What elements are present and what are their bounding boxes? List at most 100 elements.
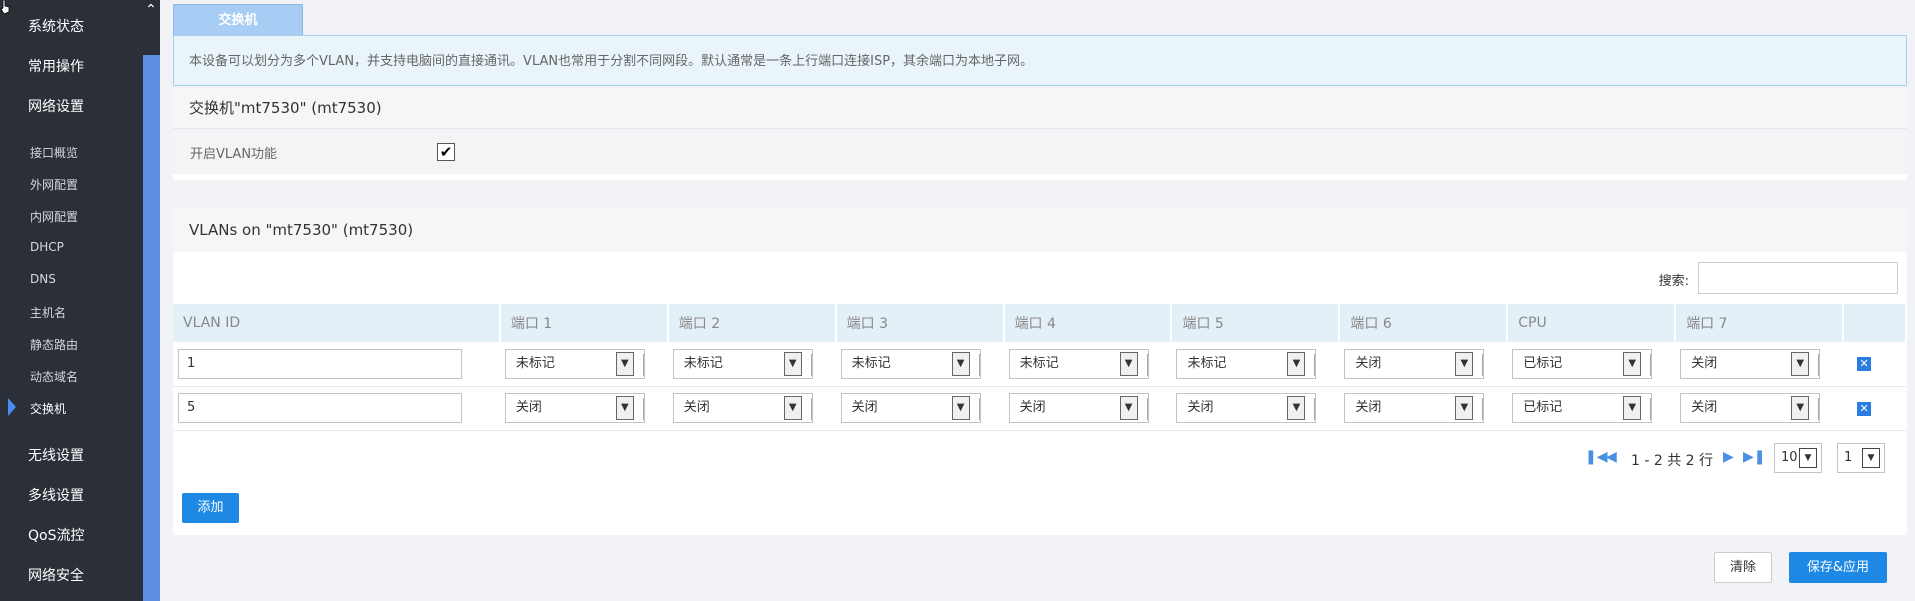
switch-panel: 交换机"mt7530" (mt7530) 开启VLAN功能 ✔ xyxy=(173,88,1907,180)
vlan-id-input[interactable]: 1 xyxy=(178,348,462,379)
select-value: 1 xyxy=(1844,449,1853,465)
port-select[interactable]: 关闭 ▼ xyxy=(1008,393,1149,423)
chevron-down-icon: ▼ xyxy=(1623,351,1642,376)
port-select[interactable]: 关闭 ▼ xyxy=(1680,348,1821,379)
port-select[interactable]: 关闭 ▼ xyxy=(672,393,813,423)
chevron-down-icon: ▼ xyxy=(783,351,802,376)
chevron-down-icon: ▼ xyxy=(783,396,802,420)
chevron-down-icon: ▼ xyxy=(1455,351,1474,376)
prev-page-icon[interactable]: ◀ xyxy=(1606,449,1617,465)
port-select[interactable]: 关闭 ▼ xyxy=(840,393,981,423)
chevron-down-icon: ▼ xyxy=(1287,351,1306,376)
vlan-panel: VLANs on "mt7530" (mt7530) 搜索: VLAN ID 端… xyxy=(173,208,1907,535)
main-content: 交换机 本设备可以划分为多个VLAN，并支持电脑间的直接通讯。VLAN也常用于分… xyxy=(172,0,1907,601)
sidebar-item-wireless[interactable]: 无线设置 xyxy=(28,445,84,465)
reset-button[interactable]: 清除 xyxy=(1714,552,1772,583)
select-value: 已标记 xyxy=(1523,400,1563,415)
search-row: 搜索: xyxy=(173,252,1907,304)
table-header-row: VLAN ID 端口 1 端口 2 端口 3 端口 4 端口 5 端口 6 CP… xyxy=(173,304,1907,342)
chevron-down-icon: ▼ xyxy=(1623,396,1642,420)
sidebar: ⌃ 系统状态 常用操作 网络设置 接口概览 外网配置 内网配置 DHCP DNS… xyxy=(0,0,160,601)
sidebar-item-qos[interactable]: QoS流控 xyxy=(28,525,84,545)
sidebar-item-static-route[interactable]: 静态路由 xyxy=(30,336,78,353)
port-select[interactable]: 关闭 ▼ xyxy=(1344,348,1485,379)
vlan-table: VLAN ID 端口 1 端口 2 端口 3 端口 4 端口 5 端口 6 CP… xyxy=(173,304,1907,431)
delete-row-icon[interactable]: ✕ xyxy=(1857,357,1872,372)
save-apply-button[interactable]: 保存&应用 xyxy=(1789,552,1887,583)
sidebar-item-security[interactable]: 网络安全 xyxy=(28,565,84,585)
last-page-icon[interactable]: ▶❚ xyxy=(1743,449,1766,465)
first-page-icon[interactable]: ❚◀ xyxy=(1585,449,1608,465)
chevron-down-icon: ▼ xyxy=(1799,447,1817,468)
switch-panel-title: 交换机"mt7530" (mt7530) xyxy=(173,88,1907,128)
chevron-down-icon: ▼ xyxy=(951,396,970,420)
port-select[interactable]: 关闭 ▼ xyxy=(1344,393,1485,423)
sidebar-item-dhcp[interactable]: DHCP xyxy=(30,240,64,254)
sidebar-item-switch[interactable]: 交换机 xyxy=(30,400,66,417)
port-select[interactable]: 未标记 ▼ xyxy=(1176,348,1317,379)
select-value: 已标记 xyxy=(1523,355,1563,371)
port-select[interactable]: 已标记 ▼ xyxy=(1512,393,1653,423)
port-select[interactable]: 关闭 ▼ xyxy=(1176,393,1317,423)
sidebar-item-multiwan[interactable]: 多线设置 xyxy=(28,485,84,505)
column-header-actions xyxy=(1843,304,1907,342)
select-value: 未标记 xyxy=(1187,355,1227,371)
column-header: 端口 5 xyxy=(1171,304,1341,342)
sidebar-scrollbar[interactable] xyxy=(143,55,160,601)
port-select[interactable]: 已标记 ▼ xyxy=(1512,348,1653,379)
port-select[interactable]: 未标记 ▼ xyxy=(1008,348,1149,379)
add-row: 添加 xyxy=(173,484,1907,535)
tab-switch[interactable]: 交换机 xyxy=(173,4,303,36)
sidebar-item-hostname[interactable]: 主机名 xyxy=(30,304,66,321)
enable-vlan-checkbox[interactable]: ✔ xyxy=(437,143,455,161)
sidebar-item-network-settings[interactable]: 网络设置 xyxy=(28,96,84,116)
pagination-summary: 1 - 2 共 2 行 xyxy=(1631,452,1714,469)
page-size-select[interactable]: 10 ▼ xyxy=(1774,442,1822,473)
column-header: 端口 4 xyxy=(1003,304,1173,342)
page-select[interactable]: 1 ▼ xyxy=(1837,442,1885,473)
select-value: 关闭 xyxy=(1691,400,1718,415)
select-value: 关闭 xyxy=(1019,400,1046,415)
collapse-chevron-icon[interactable]: ⌃ xyxy=(143,2,159,20)
sidebar-item-lan-config[interactable]: 内网配置 xyxy=(30,208,78,225)
port-select[interactable]: 关闭 ▼ xyxy=(1680,393,1821,423)
column-header: 端口 2 xyxy=(667,304,837,342)
column-header: 端口 3 xyxy=(835,304,1005,342)
select-value: 关闭 xyxy=(1355,400,1382,415)
chevron-down-icon: ▼ xyxy=(1287,396,1306,420)
sidebar-item-dns[interactable]: DNS xyxy=(30,272,56,286)
chevron-down-icon: ▼ xyxy=(1119,396,1138,420)
port-select[interactable]: 未标记 ▼ xyxy=(504,348,645,379)
select-value: 关闭 xyxy=(1355,355,1382,371)
sidebar-item-ddns[interactable]: 动态域名 xyxy=(30,368,78,385)
select-value: 未标记 xyxy=(683,355,723,371)
select-value: 未标记 xyxy=(515,355,555,371)
search-input[interactable] xyxy=(1698,262,1898,294)
select-value: 10 xyxy=(1781,449,1798,465)
chevron-down-icon: ▼ xyxy=(615,351,634,376)
sidebar-item-interface-overview[interactable]: 接口概览 xyxy=(30,144,78,161)
port-select[interactable]: 关闭 ▼ xyxy=(504,393,645,423)
next-page-icon[interactable]: ▶ xyxy=(1723,449,1734,465)
enable-vlan-label: 开启VLAN功能 xyxy=(190,147,278,162)
sidebar-item-common-ops[interactable]: 常用操作 xyxy=(28,56,84,76)
port-select[interactable]: 未标记 ▼ xyxy=(840,348,981,379)
hand-cursor-icon xyxy=(0,0,10,14)
vlan-id-input[interactable]: 5 xyxy=(178,393,462,423)
select-value: 未标记 xyxy=(851,355,891,371)
column-header: 端口 7 xyxy=(1675,304,1845,342)
chevron-down-icon: ▼ xyxy=(1455,396,1474,420)
chevron-down-icon: ▼ xyxy=(1791,396,1810,420)
sidebar-item-system-status[interactable]: 系统状态 xyxy=(28,16,84,36)
select-value: 关闭 xyxy=(1187,400,1214,415)
column-header: VLAN ID xyxy=(173,304,501,342)
delete-row-icon[interactable]: ✕ xyxy=(1857,401,1872,416)
column-header: 端口 1 xyxy=(499,304,669,342)
chevron-down-icon: ▼ xyxy=(1119,351,1138,376)
sidebar-item-wan-config[interactable]: 外网配置 xyxy=(30,176,78,193)
select-value: 关闭 xyxy=(683,400,710,415)
add-button[interactable]: 添加 xyxy=(182,492,239,523)
select-value: 关闭 xyxy=(515,400,542,415)
port-select[interactable]: 未标记 ▼ xyxy=(672,348,813,379)
active-indicator-icon xyxy=(8,398,16,416)
